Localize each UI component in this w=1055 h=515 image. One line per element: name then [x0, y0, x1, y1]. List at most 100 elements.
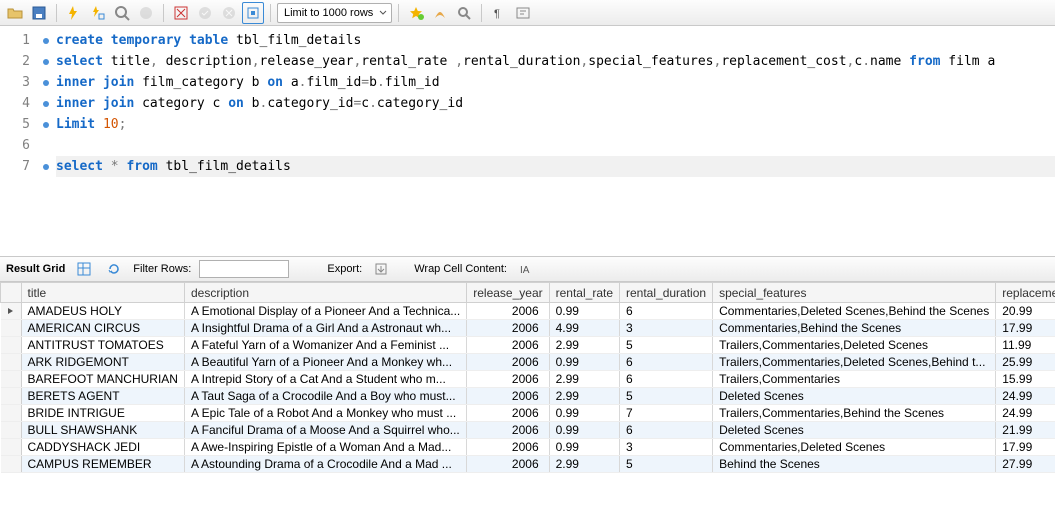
column-header-rental_rate[interactable]: rental_rate — [549, 283, 619, 303]
stop-icon[interactable] — [135, 2, 157, 24]
column-header-release_year[interactable]: release_year — [467, 283, 549, 303]
table-row[interactable]: AMERICAN CIRCUSA Insightful Drama of a G… — [1, 320, 1055, 337]
table-row[interactable]: BULL SHAWSHANKA Fanciful Drama of a Moos… — [1, 422, 1055, 439]
cell[interactable]: Commentaries,Deleted Scenes,Behind the S… — [713, 303, 996, 320]
commit-icon[interactable] — [170, 2, 192, 24]
cell[interactable]: 0.99 — [549, 439, 619, 456]
column-header-description[interactable]: description — [184, 283, 466, 303]
cell[interactable]: 2006 — [467, 439, 549, 456]
cell[interactable]: 17.99 — [996, 320, 1055, 337]
table-row[interactable]: ANTITRUST TOMATOESA Fateful Yarn of a Wo… — [1, 337, 1055, 354]
cell[interactable]: 0.99 — [549, 303, 619, 320]
refresh-icon[interactable] — [103, 258, 125, 280]
cell[interactable]: 7 — [620, 405, 713, 422]
execute-icon[interactable] — [63, 2, 85, 24]
sql-editor[interactable]: 1234567 create temporary table tbl_film_… — [0, 26, 1055, 196]
cell[interactable]: 2.99 — [549, 371, 619, 388]
cell[interactable]: 2.99 — [549, 337, 619, 354]
cell[interactable]: 2006 — [467, 456, 549, 473]
cell[interactable]: AMADEUS HOLY — [21, 303, 184, 320]
cell[interactable]: 24.99 — [996, 388, 1055, 405]
table-row[interactable]: CADDYSHACK JEDIA Awe-Inspiring Epistle o… — [1, 439, 1055, 456]
cell[interactable]: A Emotional Display of a Pioneer And a T… — [184, 303, 466, 320]
cell[interactable]: Behind the Scenes — [713, 456, 996, 473]
cell[interactable]: A Taut Saga of a Crocodile And a Boy who… — [184, 388, 466, 405]
toggle-autocommit-icon[interactable] — [242, 2, 264, 24]
cell[interactable]: A Epic Tale of a Robot And a Monkey who … — [184, 405, 466, 422]
cell[interactable]: CADDYSHACK JEDI — [21, 439, 184, 456]
cell[interactable]: 5 — [620, 456, 713, 473]
column-header-replacement_cost[interactable]: replacement_cost — [996, 283, 1055, 303]
cell[interactable]: 2006 — [467, 354, 549, 371]
export-icon[interactable] — [370, 258, 392, 280]
cell[interactable]: 5 — [620, 337, 713, 354]
cell[interactable]: 6 — [620, 354, 713, 371]
table-row[interactable]: BERETS AGENTA Taut Saga of a Crocodile A… — [1, 388, 1055, 405]
cell[interactable]: A Beautiful Yarn of a Pioneer And a Monk… — [184, 354, 466, 371]
cell[interactable]: 6 — [620, 422, 713, 439]
cell[interactable]: 4.99 — [549, 320, 619, 337]
cell[interactable]: 3 — [620, 439, 713, 456]
cell[interactable]: BERETS AGENT — [21, 388, 184, 405]
cell[interactable]: ARK RIDGEMONT — [21, 354, 184, 371]
cell[interactable]: Trailers,Commentaries — [713, 371, 996, 388]
cell[interactable]: Trailers,Commentaries,Deleted Scenes — [713, 337, 996, 354]
find-icon[interactable] — [453, 2, 475, 24]
cell[interactable]: 11.99 — [996, 337, 1055, 354]
cell[interactable]: 0.99 — [549, 354, 619, 371]
wrap-icon[interactable] — [512, 2, 534, 24]
favorite-icon[interactable] — [405, 2, 427, 24]
cell[interactable]: 6 — [620, 371, 713, 388]
cell[interactable]: 2006 — [467, 388, 549, 405]
grid-view-icon[interactable] — [73, 258, 95, 280]
cell[interactable]: A Insightful Drama of a Girl And a Astro… — [184, 320, 466, 337]
cell[interactable]: Commentaries,Behind the Scenes — [713, 320, 996, 337]
cell[interactable]: 2.99 — [549, 456, 619, 473]
cell[interactable]: Deleted Scenes — [713, 388, 996, 405]
editor-results-splitter[interactable] — [0, 196, 1055, 256]
cell[interactable]: Trailers,Commentaries,Deleted Scenes,Beh… — [713, 354, 996, 371]
cell[interactable]: 0.99 — [549, 405, 619, 422]
cell[interactable]: A Intrepid Story of a Cat And a Student … — [184, 371, 466, 388]
cell[interactable]: 24.99 — [996, 405, 1055, 422]
execute-plan-icon[interactable] — [87, 2, 109, 24]
cell[interactable]: 21.99 — [996, 422, 1055, 439]
cell[interactable]: Commentaries,Deleted Scenes — [713, 439, 996, 456]
cell[interactable]: 2006 — [467, 371, 549, 388]
cell[interactable]: BRIDE INTRIGUE — [21, 405, 184, 422]
cell[interactable]: AMERICAN CIRCUS — [21, 320, 184, 337]
cell[interactable]: Deleted Scenes — [713, 422, 996, 439]
cell[interactable]: 2.99 — [549, 388, 619, 405]
cell[interactable]: 2006 — [467, 320, 549, 337]
cell[interactable]: A Astounding Drama of a Crocodile And a … — [184, 456, 466, 473]
results-grid[interactable]: titledescriptionrelease_yearrental_rate r… — [0, 282, 1055, 515]
cell[interactable]: A Awe-Inspiring Epistle of a Woman And a… — [184, 439, 466, 456]
cell[interactable]: 5 — [620, 388, 713, 405]
table-row[interactable]: CAMPUS REMEMBERA Astounding Drama of a C… — [1, 456, 1055, 473]
explain-icon[interactable] — [111, 2, 133, 24]
cell[interactable]: 6 — [620, 303, 713, 320]
wrap-cell-icon[interactable]: IA — [515, 258, 537, 280]
code-area[interactable]: create temporary table tbl_film_detailss… — [56, 30, 1055, 196]
cell[interactable]: 25.99 — [996, 354, 1055, 371]
cell[interactable]: A Fateful Yarn of a Womanizer And a Femi… — [184, 337, 466, 354]
row-limit-select[interactable]: Limit to 1000 rows — [277, 3, 392, 23]
table-row[interactable]: BRIDE INTRIGUEA Epic Tale of a Robot And… — [1, 405, 1055, 422]
cell[interactable]: 2006 — [467, 337, 549, 354]
show-hide-icon[interactable]: ¶ — [488, 2, 510, 24]
column-header-title[interactable]: title — [21, 283, 184, 303]
cell[interactable]: Trailers,Commentaries,Behind the Scenes — [713, 405, 996, 422]
open-file-icon[interactable] — [4, 2, 26, 24]
filter-rows-input[interactable] — [199, 260, 289, 278]
cell[interactable]: 17.99 — [996, 439, 1055, 456]
cell[interactable]: ANTITRUST TOMATOES — [21, 337, 184, 354]
table-row[interactable]: AMADEUS HOLYA Emotional Display of a Pio… — [1, 303, 1055, 320]
save-icon[interactable] — [28, 2, 50, 24]
cell[interactable]: 20.99 — [996, 303, 1055, 320]
cell[interactable]: BULL SHAWSHANK — [21, 422, 184, 439]
cell[interactable]: 0.99 — [549, 422, 619, 439]
cell[interactable]: 3 — [620, 320, 713, 337]
cell[interactable]: 2006 — [467, 405, 549, 422]
cell[interactable]: 2006 — [467, 422, 549, 439]
column-header-special_features[interactable]: special_features — [713, 283, 996, 303]
